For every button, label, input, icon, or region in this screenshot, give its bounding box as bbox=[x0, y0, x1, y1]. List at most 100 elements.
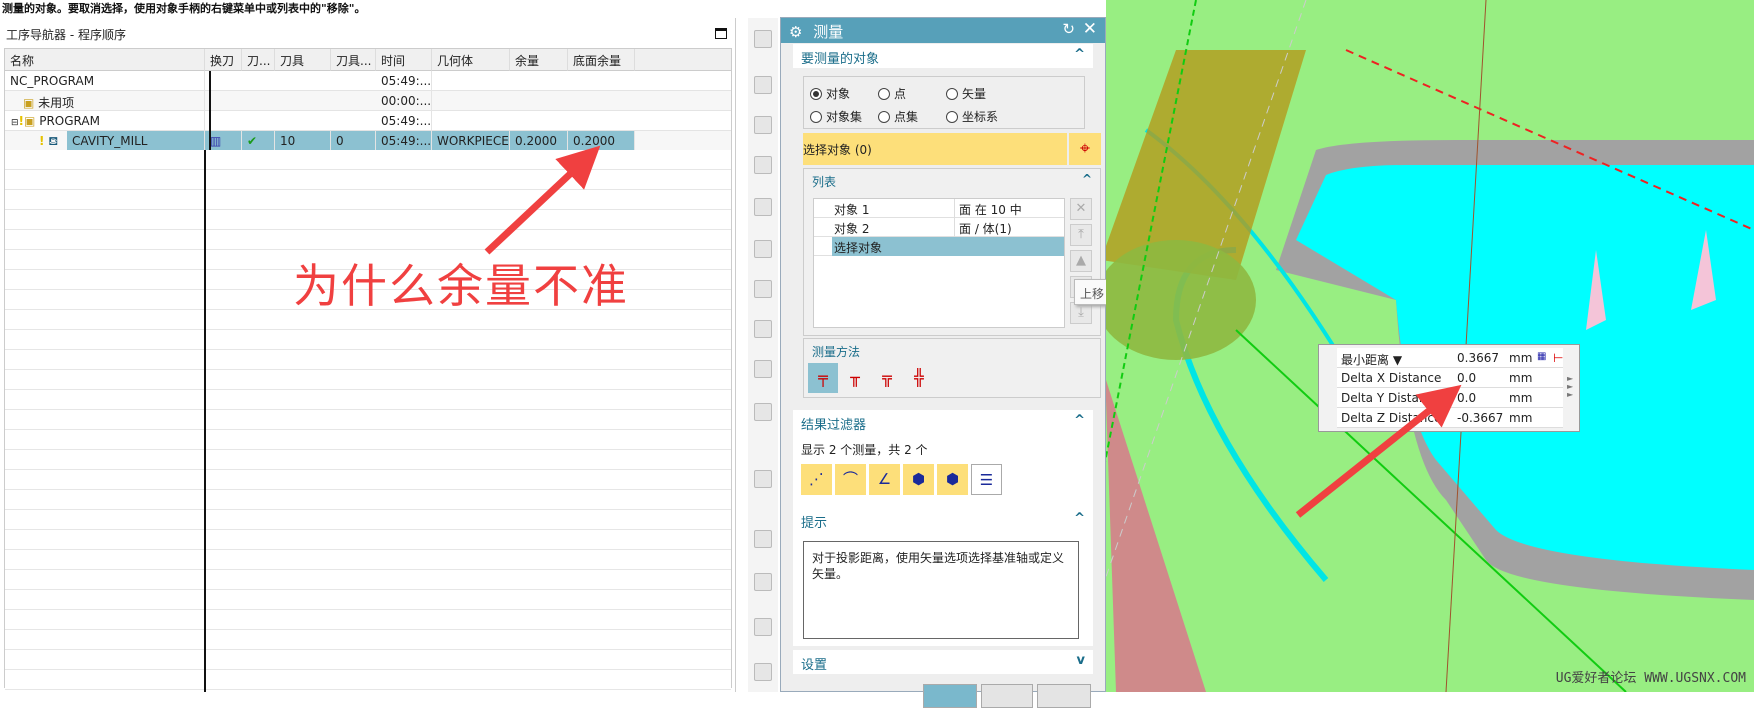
tool-icon[interactable] bbox=[754, 76, 772, 94]
chevron-up-icon[interactable]: ^ bbox=[1082, 172, 1092, 186]
tool-icon[interactable] bbox=[754, 403, 772, 421]
col-header-toolchange[interactable]: 换刀 bbox=[205, 49, 242, 71]
tool-icon[interactable] bbox=[754, 280, 772, 298]
section-objects-header[interactable]: 要测量的对象 ^ bbox=[793, 44, 1093, 68]
area-filter-icon[interactable]: ⬢ bbox=[903, 464, 934, 495]
row-time: 05:49:... bbox=[376, 131, 432, 151]
list-item-value: 面 / 体(1) bbox=[954, 218, 1012, 237]
radio-csys[interactable]: 坐标系 bbox=[946, 108, 998, 125]
col-header-tool[interactable]: 刀具 bbox=[275, 49, 331, 71]
tool-icon[interactable] bbox=[754, 663, 772, 681]
table-row-selected[interactable]: ! ⛾ CAVITY_MILL ▥ ✔ 10 0 05:49:... WORKP… bbox=[5, 131, 731, 151]
angle-filter-icon[interactable]: ∠ bbox=[869, 464, 900, 495]
row-stock: 0.2000 bbox=[510, 131, 568, 151]
tool-icon[interactable] bbox=[754, 618, 772, 636]
radio-vector[interactable]: 矢量 bbox=[946, 85, 986, 102]
reset-icon[interactable]: ↻ bbox=[1062, 20, 1075, 38]
list-item-value: 面 在 10 中 bbox=[954, 199, 1022, 218]
navigator-title: 工序导航器 - 程序顺序 bbox=[6, 28, 126, 42]
chevron-up-icon[interactable]: ^ bbox=[1074, 413, 1085, 428]
col-header-path[interactable]: 刀... bbox=[242, 49, 275, 71]
measure-value: -0.3667 bbox=[1457, 411, 1504, 425]
list-add-icon[interactable]: ☰ bbox=[971, 464, 1002, 495]
tool-icon[interactable] bbox=[754, 470, 772, 488]
settings-section-header[interactable]: 设置 v bbox=[793, 650, 1093, 674]
move-top-button[interactable]: ⤒ bbox=[1070, 224, 1092, 246]
distance-filter-icon[interactable]: ⋰ bbox=[801, 464, 832, 495]
tool-icon[interactable] bbox=[754, 198, 772, 216]
column-divider bbox=[204, 150, 206, 692]
list-item-name: 对象 2 bbox=[834, 222, 870, 236]
chevron-up-icon[interactable]: ^ bbox=[1074, 511, 1085, 526]
list-item[interactable]: 对象 2 面 / 体(1) bbox=[814, 218, 1064, 237]
tool-icon[interactable] bbox=[754, 360, 772, 378]
collapse-icon[interactable]: ⊟ bbox=[11, 118, 19, 128]
chevron-up-icon: ^ bbox=[1074, 47, 1085, 62]
table-row[interactable]: NC_PROGRAM 05:49:... bbox=[5, 71, 731, 91]
row-time: 00:00:... bbox=[376, 91, 432, 111]
section-title: 设置 bbox=[801, 658, 828, 673]
row-floor-stock: 0.2000 bbox=[568, 131, 635, 151]
volume-filter-icon[interactable]: ⬢ bbox=[937, 464, 968, 495]
cavity-mill-icon: ⛾ bbox=[48, 134, 59, 148]
vertical-toolbar bbox=[748, 18, 778, 692]
formula-icon[interactable]: ▦ bbox=[1537, 351, 1546, 362]
tool-icon[interactable] bbox=[754, 320, 772, 338]
row-tool: 10 bbox=[275, 131, 331, 151]
tool-icon[interactable] bbox=[754, 240, 772, 258]
filter-icons: ⋰ ⌒ ∠ ⬢ ⬢ ☰ bbox=[801, 464, 1002, 496]
dimension-icon[interactable]: ⊢ bbox=[1553, 351, 1563, 365]
measure-unit: mm bbox=[1509, 351, 1533, 365]
move-bottom-button[interactable]: ⤓ bbox=[1070, 302, 1092, 324]
radio-label: 坐标系 bbox=[962, 110, 999, 124]
method-screen-icon[interactable]: ╦ bbox=[872, 363, 902, 393]
table-row[interactable]: ▣ 未用项 00:00:... bbox=[5, 91, 731, 111]
radio-point[interactable]: 点 bbox=[878, 85, 906, 102]
col-header-floor-stock[interactable]: 底面余量 bbox=[568, 49, 635, 71]
measure-method-section: 测量方法 ╤ ╥ ╦ ╬ bbox=[803, 338, 1101, 398]
measure-dialog: ⚙ 测量 ↻ ✕ 要测量的对象 ^ 对象 点 矢量 对象集 点集 坐标系 选择对象… bbox=[780, 17, 1120, 708]
col-header-toolno[interactable]: 刀具... bbox=[331, 49, 376, 71]
col-header-name[interactable]: 名称 bbox=[5, 49, 205, 71]
list-item[interactable]: 对象 1 面 在 10 中 bbox=[814, 199, 1064, 218]
tool-icon[interactable] bbox=[754, 116, 772, 134]
measure-unit: mm bbox=[1509, 391, 1533, 405]
measure-label: Delta Z Distance bbox=[1341, 411, 1442, 425]
arc-filter-icon[interactable]: ⌒ bbox=[835, 464, 866, 495]
dialog-titlebar: ⚙ 测量 ↻ ✕ bbox=[781, 18, 1105, 43]
radio-object[interactable]: 对象 bbox=[810, 85, 850, 102]
remove-button[interactable]: ✕ bbox=[1070, 198, 1092, 220]
radio-label: 对象集 bbox=[826, 110, 863, 124]
close-icon[interactable]: ✕ bbox=[1083, 19, 1097, 39]
col-header-stock[interactable]: 余量 bbox=[510, 49, 568, 71]
select-object-field[interactable]: 选择对象 (0) bbox=[803, 133, 1067, 165]
row-name: NC_PROGRAM bbox=[5, 71, 205, 91]
status-hint: 测量的对象。要取消选择，使用对象手柄的右键菜单中或列表中的"移除"。 bbox=[2, 2, 366, 15]
radio-object-set[interactable]: 对象集 bbox=[810, 108, 862, 125]
maximize-button[interactable] bbox=[715, 28, 727, 39]
tool-icon[interactable] bbox=[754, 573, 772, 591]
crosshair-icon[interactable]: ⌖ bbox=[1069, 133, 1101, 165]
tool-icon[interactable] bbox=[754, 530, 772, 548]
cancel-button[interactable] bbox=[1037, 684, 1091, 708]
col-header-time[interactable]: 时间 bbox=[376, 49, 432, 71]
ok-button[interactable] bbox=[923, 684, 977, 708]
measure-unit: mm bbox=[1509, 371, 1533, 385]
method-distance-icon[interactable]: ╤ bbox=[808, 363, 838, 393]
measurement-result-box: 最小距离 ▼ 0.3667 mm ▦ ⊢ Delta X Distance 0.0 mm D… bbox=[1318, 344, 1580, 432]
col-header-geometry[interactable]: 几何体 bbox=[432, 49, 510, 71]
move-up-button[interactable]: ▲ bbox=[1070, 250, 1092, 272]
tool-icon[interactable] bbox=[754, 156, 772, 174]
table-row[interactable]: ⊟!▣ PROGRAM 05:49:... bbox=[5, 111, 731, 131]
expand-arrows-icon[interactable]: ► ► ► bbox=[1567, 375, 1573, 399]
tool-icon[interactable] bbox=[754, 30, 772, 48]
list-section: 列表 ^ 对象 1面 在 10 中 对象 2面 / 体(1) 选择对象 ✕ ⤒ … bbox=[803, 168, 1120, 336]
measure-label[interactable]: 最小距离 ▼ bbox=[1341, 351, 1402, 368]
list-item-selected[interactable]: 选择对象 bbox=[814, 237, 1064, 256]
method-length-icon[interactable]: ╬ bbox=[904, 363, 934, 393]
method-projected-icon[interactable]: ╥ bbox=[840, 363, 870, 393]
radio-point-set[interactable]: 点集 bbox=[878, 108, 918, 125]
apply-button[interactable] bbox=[981, 684, 1033, 708]
measure-row: Delta Z Distance -0.3667 mm bbox=[1337, 408, 1563, 428]
dialog-title: 测量 bbox=[813, 23, 844, 41]
